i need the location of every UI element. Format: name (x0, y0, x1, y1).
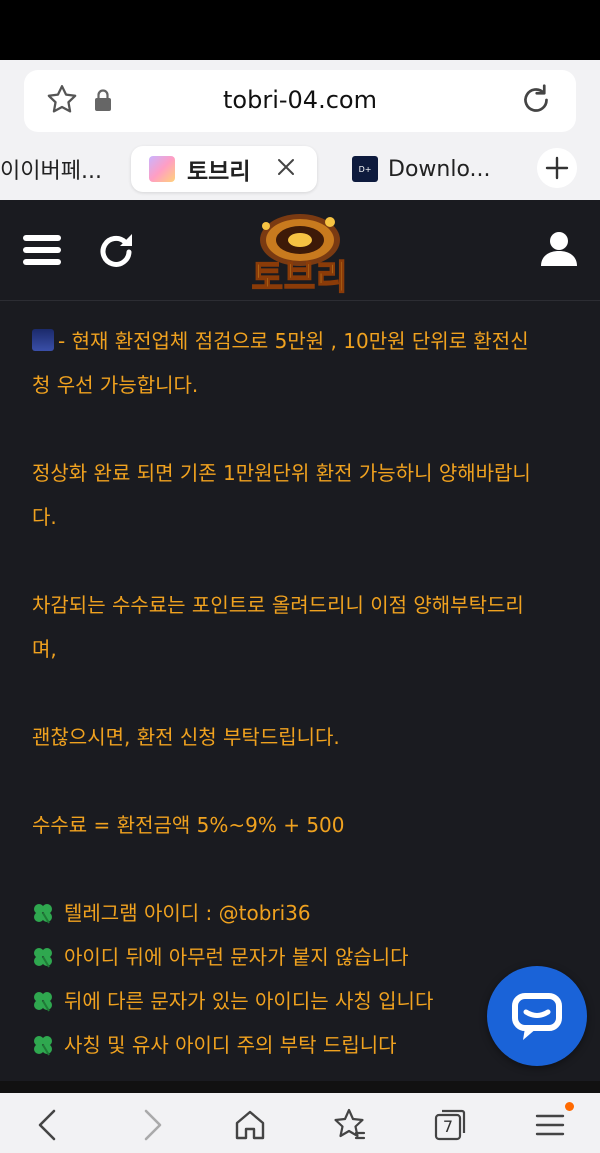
tab-next[interactable]: D+ Downlo... (352, 146, 502, 192)
close-tab-icon[interactable] (275, 156, 297, 178)
url-text[interactable]: tobri-04.com (24, 86, 576, 114)
tab-label: 이이버페... (0, 159, 102, 184)
site-favicon-icon (149, 156, 175, 182)
list-item-text: 텔레그램 아이디 : @tobri36 (64, 901, 311, 925)
new-tab-plus-icon[interactable] (537, 148, 577, 188)
fireworks-icon (32, 329, 54, 351)
status-bar (0, 0, 600, 60)
clover-icon (34, 948, 52, 968)
fee-line: 수수료 = 환전금액 5%~9% + 500 (32, 813, 345, 837)
browser-chrome: tobri-04.com 이이버페... 토브리 D+ Downlo... (0, 60, 600, 200)
clover-icon (34, 1036, 52, 1056)
reload-icon[interactable] (518, 82, 554, 118)
tab-count: 7 (442, 1117, 454, 1136)
list-item-text: 사칭 및 유사 아이디 주의 부탁 드립니다 (64, 1033, 397, 1057)
disney-favicon-icon: D+ (352, 156, 378, 182)
notice-line: 며, (32, 637, 57, 661)
list-item-text: 아이디 뒤에 아무런 문자가 붙지 않습니다 (64, 945, 409, 969)
clover-icon (34, 904, 52, 924)
notice-line: 괜찮으시면, 환전 신청 부탁드립니다. (32, 725, 340, 749)
notice-line: 정상화 완료 되면 기존 1만원단위 환전 가능하니 양해바랍니 (32, 461, 531, 485)
menu-icon[interactable] (532, 1107, 568, 1143)
notice-text: - 현재 환전업체 점검으로 5만원 , 10만원 단위로 환전신 (58, 329, 529, 353)
tab-strip: 이이버페... 토브리 D+ Downlo... (0, 144, 600, 200)
list-item: 아이디 뒤에 아무런 문자가 붙지 않습니다 (32, 935, 572, 979)
notice-line: 차감되는 수수료는 포인트로 올려드리니 이점 양해부탁드리 (32, 593, 524, 617)
logo-text: 토브리 (251, 257, 349, 299)
tab-label: Downlo... (388, 156, 491, 182)
hamburger-menu-icon[interactable] (23, 233, 61, 267)
clover-icon (34, 992, 52, 1012)
tab-active[interactable]: 토브리 (131, 146, 317, 192)
page-bottom-strip (0, 1081, 600, 1093)
browser-bottom-toolbar: 7 (0, 1093, 600, 1153)
chat-button[interactable] (487, 966, 587, 1066)
bookmarks-star-icon[interactable] (332, 1107, 368, 1143)
user-icon[interactable] (540, 230, 578, 266)
notification-dot (565, 1102, 574, 1111)
refresh-icon[interactable] (98, 230, 136, 270)
list-item: 텔레그램 아이디 : @tobri36 (32, 891, 572, 935)
forward-arrow-icon[interactable] (134, 1107, 170, 1143)
home-icon[interactable] (232, 1107, 268, 1143)
site-logo[interactable]: 토브리 (244, 210, 356, 299)
address-bar[interactable]: tobri-04.com (24, 70, 576, 132)
tab-previous[interactable]: 이이버페... (0, 146, 110, 192)
tabs-button[interactable]: 7 (432, 1107, 468, 1143)
site-header: 토브리 (0, 200, 600, 301)
tab-label: 토브리 (187, 159, 251, 185)
notice-line: 다. (32, 505, 57, 529)
back-arrow-icon[interactable] (30, 1107, 66, 1143)
notice-line: - 현재 환전업체 점검으로 5만원 , 10만원 단위로 환전신 (32, 319, 572, 363)
notice-line: 청 우선 가능합니다. (32, 373, 199, 397)
list-item-text: 뒤에 다른 문자가 있는 아이디는 사칭 입니다 (64, 989, 434, 1013)
chat-bubble-icon (512, 993, 562, 1040)
notice-content: - 현재 환전업체 점검으로 5만원 , 10만원 단위로 환전신 청 우선 가… (0, 301, 600, 1081)
